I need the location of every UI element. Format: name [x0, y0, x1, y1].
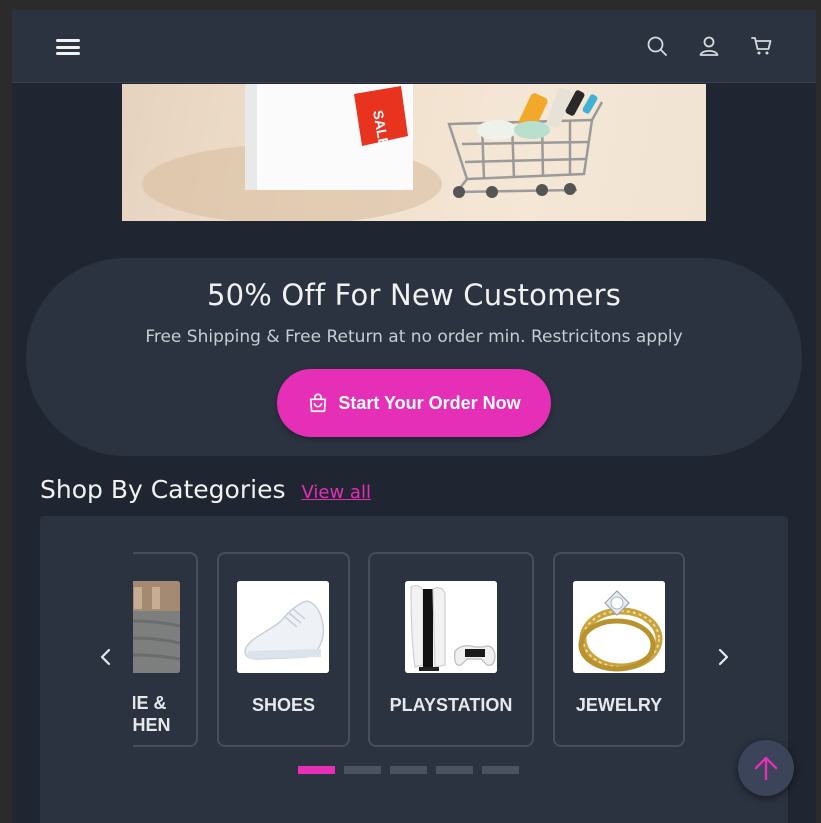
- category-card-shoes[interactable]: SHOES: [217, 552, 350, 747]
- category-label-playstation: PLAYSTATION: [389, 695, 513, 715]
- hamburger-icon[interactable]: [56, 39, 80, 55]
- chevron-right-icon[interactable]: [713, 642, 733, 672]
- category-image-home-kitchen: [133, 581, 180, 673]
- category-card-playstation[interactable]: PLAYSTATION: [368, 552, 534, 747]
- carousel-pagination: [298, 766, 519, 774]
- chevron-left-icon[interactable]: [96, 642, 116, 672]
- start-order-button[interactable]: Start Your Order Now: [277, 369, 551, 437]
- search-icon[interactable]: [645, 34, 669, 58]
- promo-section: 50% Off For New Customers Free Shipping …: [26, 258, 802, 456]
- category-label-shoes: SHOES: [251, 695, 316, 715]
- carousel-dot-4[interactable]: [436, 766, 473, 774]
- categories-carousel: HOME & KITCHEN SHOES: [40, 516, 788, 823]
- category-card-home-kitchen[interactable]: HOME & KITCHEN: [133, 552, 198, 747]
- app-window: SALE 50% Off For New Customers Free Ship…: [12, 10, 816, 823]
- categories-header: Shop By Categories View all: [40, 475, 371, 509]
- shopping-sale-illustration: SALE: [142, 84, 604, 221]
- carousel-dot-3[interactable]: [390, 766, 427, 774]
- back-to-top-button[interactable]: [738, 740, 794, 796]
- category-card-jewelry[interactable]: JEWELRY: [553, 552, 685, 747]
- view-all-link[interactable]: View all: [301, 482, 370, 503]
- carousel-dot-2[interactable]: [344, 766, 381, 774]
- carousel-dot-5[interactable]: [482, 766, 519, 774]
- start-order-button-label: Start Your Order Now: [338, 392, 521, 413]
- category-image-jewelry: [573, 581, 665, 673]
- promo-subtitle: Free Shipping & Free Return at no order …: [145, 327, 683, 347]
- category-label-jewelry: JEWELRY: [575, 695, 663, 715]
- carousel-dot-1[interactable]: [298, 766, 335, 774]
- user-icon[interactable]: [697, 34, 721, 58]
- cart-icon[interactable]: [750, 34, 774, 58]
- category-label-home-kitchen: HOME & KITCHEN: [133, 693, 171, 735]
- carousel-viewport: HOME & KITCHEN SHOES: [133, 552, 713, 752]
- categories-title: Shop By Categories: [40, 475, 286, 504]
- top-nav-bar: [12, 10, 816, 83]
- shopping-bag-icon: [310, 393, 327, 413]
- category-image-shoes: [237, 581, 329, 673]
- promo-title: 50% Off For New Customers: [206, 278, 622, 312]
- arrow-up-icon: [754, 756, 778, 781]
- hero-banner-image: SALE: [122, 84, 706, 221]
- category-image-playstation: [405, 581, 497, 673]
